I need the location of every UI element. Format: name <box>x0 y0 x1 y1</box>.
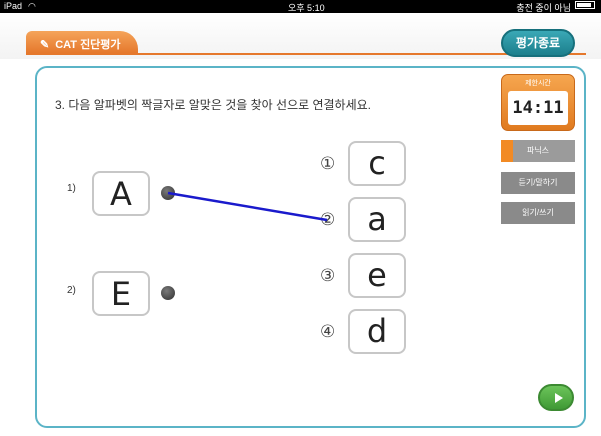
connection-line-a-to-a <box>167 191 328 222</box>
timer-value: 14:11 <box>508 91 568 125</box>
timer-title: 제한시간 <box>525 80 551 87</box>
time-limit-panel: 제한시간 14:11 <box>501 74 575 131</box>
category-label: 읽기/쓰기 <box>522 208 554 217</box>
category-reading-writing-button[interactable]: 읽기/쓰기 <box>501 202 575 224</box>
active-marker <box>501 140 513 162</box>
category-label: 듣기/말하기 <box>518 178 558 187</box>
app-screen: iPad ◠ 오후 5:10 충전 중이 아님 ✎ CAT 진단평가 평가종료 3… <box>0 0 601 436</box>
category-label: 파닉스 <box>526 146 550 155</box>
next-play-button[interactable] <box>538 384 574 411</box>
category-phonics-button[interactable]: 파닉스 <box>501 140 575 162</box>
category-listening-speaking-button[interactable]: 듣기/말하기 <box>501 172 575 194</box>
